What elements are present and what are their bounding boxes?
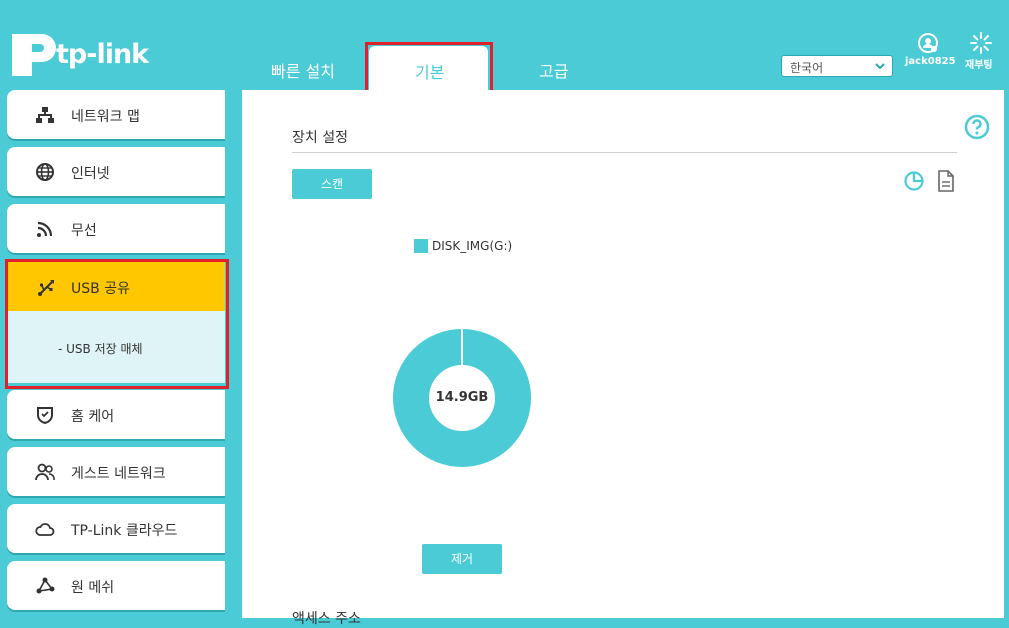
document-icon[interactable] xyxy=(937,170,955,192)
guests-icon xyxy=(35,463,55,481)
chevron-down-icon xyxy=(875,63,885,70)
scan-button[interactable]: 스캔 xyxy=(292,169,372,199)
usb-highlight-frame xyxy=(5,259,229,389)
username[interactable]: jack0825 xyxy=(905,56,956,67)
sidebar-item-wireless[interactable]: 무선 xyxy=(7,204,225,253)
sidebar-item-home-care[interactable]: 홈 케어 xyxy=(7,390,225,439)
sidebar-item-network-map[interactable]: 네트워크 맵 xyxy=(7,90,225,139)
wireless-icon xyxy=(37,221,53,237)
reboot-icon[interactable] xyxy=(969,31,993,55)
cloud-icon xyxy=(35,523,55,536)
network-map-icon xyxy=(36,107,54,123)
sidebar-item-label: 인터넷 xyxy=(71,166,110,182)
brand-name: tp-link xyxy=(56,39,149,70)
sidebar-item-label: 원 메쉬 xyxy=(71,580,115,596)
shield-icon xyxy=(37,407,53,425)
legend-swatch xyxy=(414,239,428,253)
pie-chart-icon[interactable] xyxy=(903,170,925,192)
tab-advanced[interactable]: 고급 xyxy=(539,58,568,82)
page-title: 장치 설정 xyxy=(292,130,348,146)
help-icon[interactable] xyxy=(964,114,990,140)
sidebar-item-label: 홈 케어 xyxy=(71,409,115,425)
reboot-label[interactable]: 재부팅 xyxy=(965,56,993,71)
tab-quick-setup[interactable]: 빠른 설치 xyxy=(271,58,335,82)
sidebar-item-one-mesh[interactable]: 원 메쉬 xyxy=(7,561,225,610)
scrollbar[interactable] xyxy=(1004,90,1009,618)
legend-label: DISK_IMG(G:) xyxy=(432,239,513,253)
mesh-icon xyxy=(36,577,55,594)
globe-icon xyxy=(36,163,54,181)
divider xyxy=(292,152,957,153)
sidebar-item-internet[interactable]: 인터넷 xyxy=(7,147,225,196)
sidebar-item-label: 네트워크 맵 xyxy=(71,109,140,125)
tab-basic-highlight xyxy=(365,42,493,94)
sidebar-item-label: 게스트 네트워크 xyxy=(71,466,166,482)
sidebar-item-tplink-cloud[interactable]: TP-Link 클라우드 xyxy=(7,504,225,553)
sidebar-item-guest-network[interactable]: 게스트 네트워크 xyxy=(7,447,225,496)
language-value: 한국어 xyxy=(790,61,824,75)
sidebar-item-label: TP-Link 클라우드 xyxy=(71,523,178,539)
user-icon[interactable] xyxy=(917,32,939,54)
access-address-title: 액세스 주소 xyxy=(292,611,361,627)
donut-center-label: 14.9GB xyxy=(435,390,489,405)
language-select[interactable]: 한국어 xyxy=(781,55,893,77)
sidebar-item-label: 무선 xyxy=(71,223,97,239)
remove-button[interactable]: 제거 xyxy=(422,544,502,574)
